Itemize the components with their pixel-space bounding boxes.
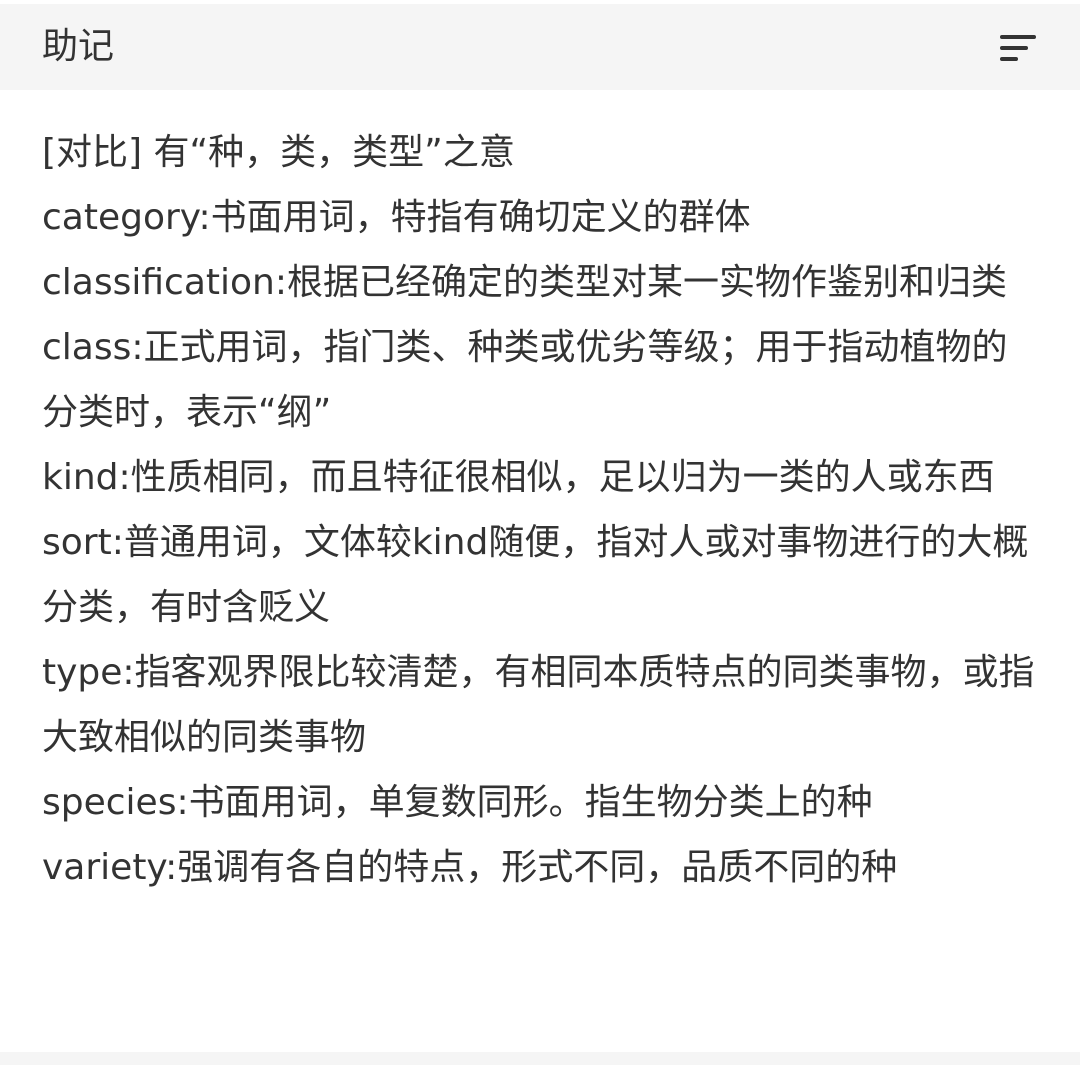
- definition-species: species:书面用词，单复数同形。指生物分类上的种: [42, 782, 873, 823]
- mnemonic-section-header: 助记: [0, 4, 1080, 90]
- definition-kind: kind:性质相同，而且特征很相似，足以归为一类的人或东西: [42, 457, 995, 498]
- comparison-intro-line: [对比] 有“种，类，类型”之意: [42, 132, 515, 173]
- mnemonic-content: [对比] 有“种，类，类型”之意 category:书面用词，特指有确切定义的群…: [42, 120, 1042, 900]
- definition-sort: sort:普通用词，文体较kind随便，指对人或对事物进行的大概分类，有时含贬义: [42, 522, 1029, 628]
- definition-category: category:书面用词，特指有确切定义的群体: [42, 197, 751, 238]
- sort-icon: [1000, 35, 1036, 61]
- definition-class: class:正式用词，指门类、种类或优劣等级；用于指动植物的分类时，表示“纲”: [42, 327, 1008, 433]
- bottom-divider: [0, 1052, 1080, 1065]
- sort-button[interactable]: [990, 24, 1046, 72]
- definition-type: type:指客观界限比较清楚，有相同本质特点的同类事物，或指大致相似的同类事物: [42, 652, 1035, 758]
- definition-classification: classification:根据已经确定的类型对某一实物作鉴别和归类: [42, 262, 1007, 303]
- definition-variety: variety:强调有各自的特点，形式不同，品质不同的种: [42, 847, 898, 888]
- section-title: 助记: [42, 26, 115, 67]
